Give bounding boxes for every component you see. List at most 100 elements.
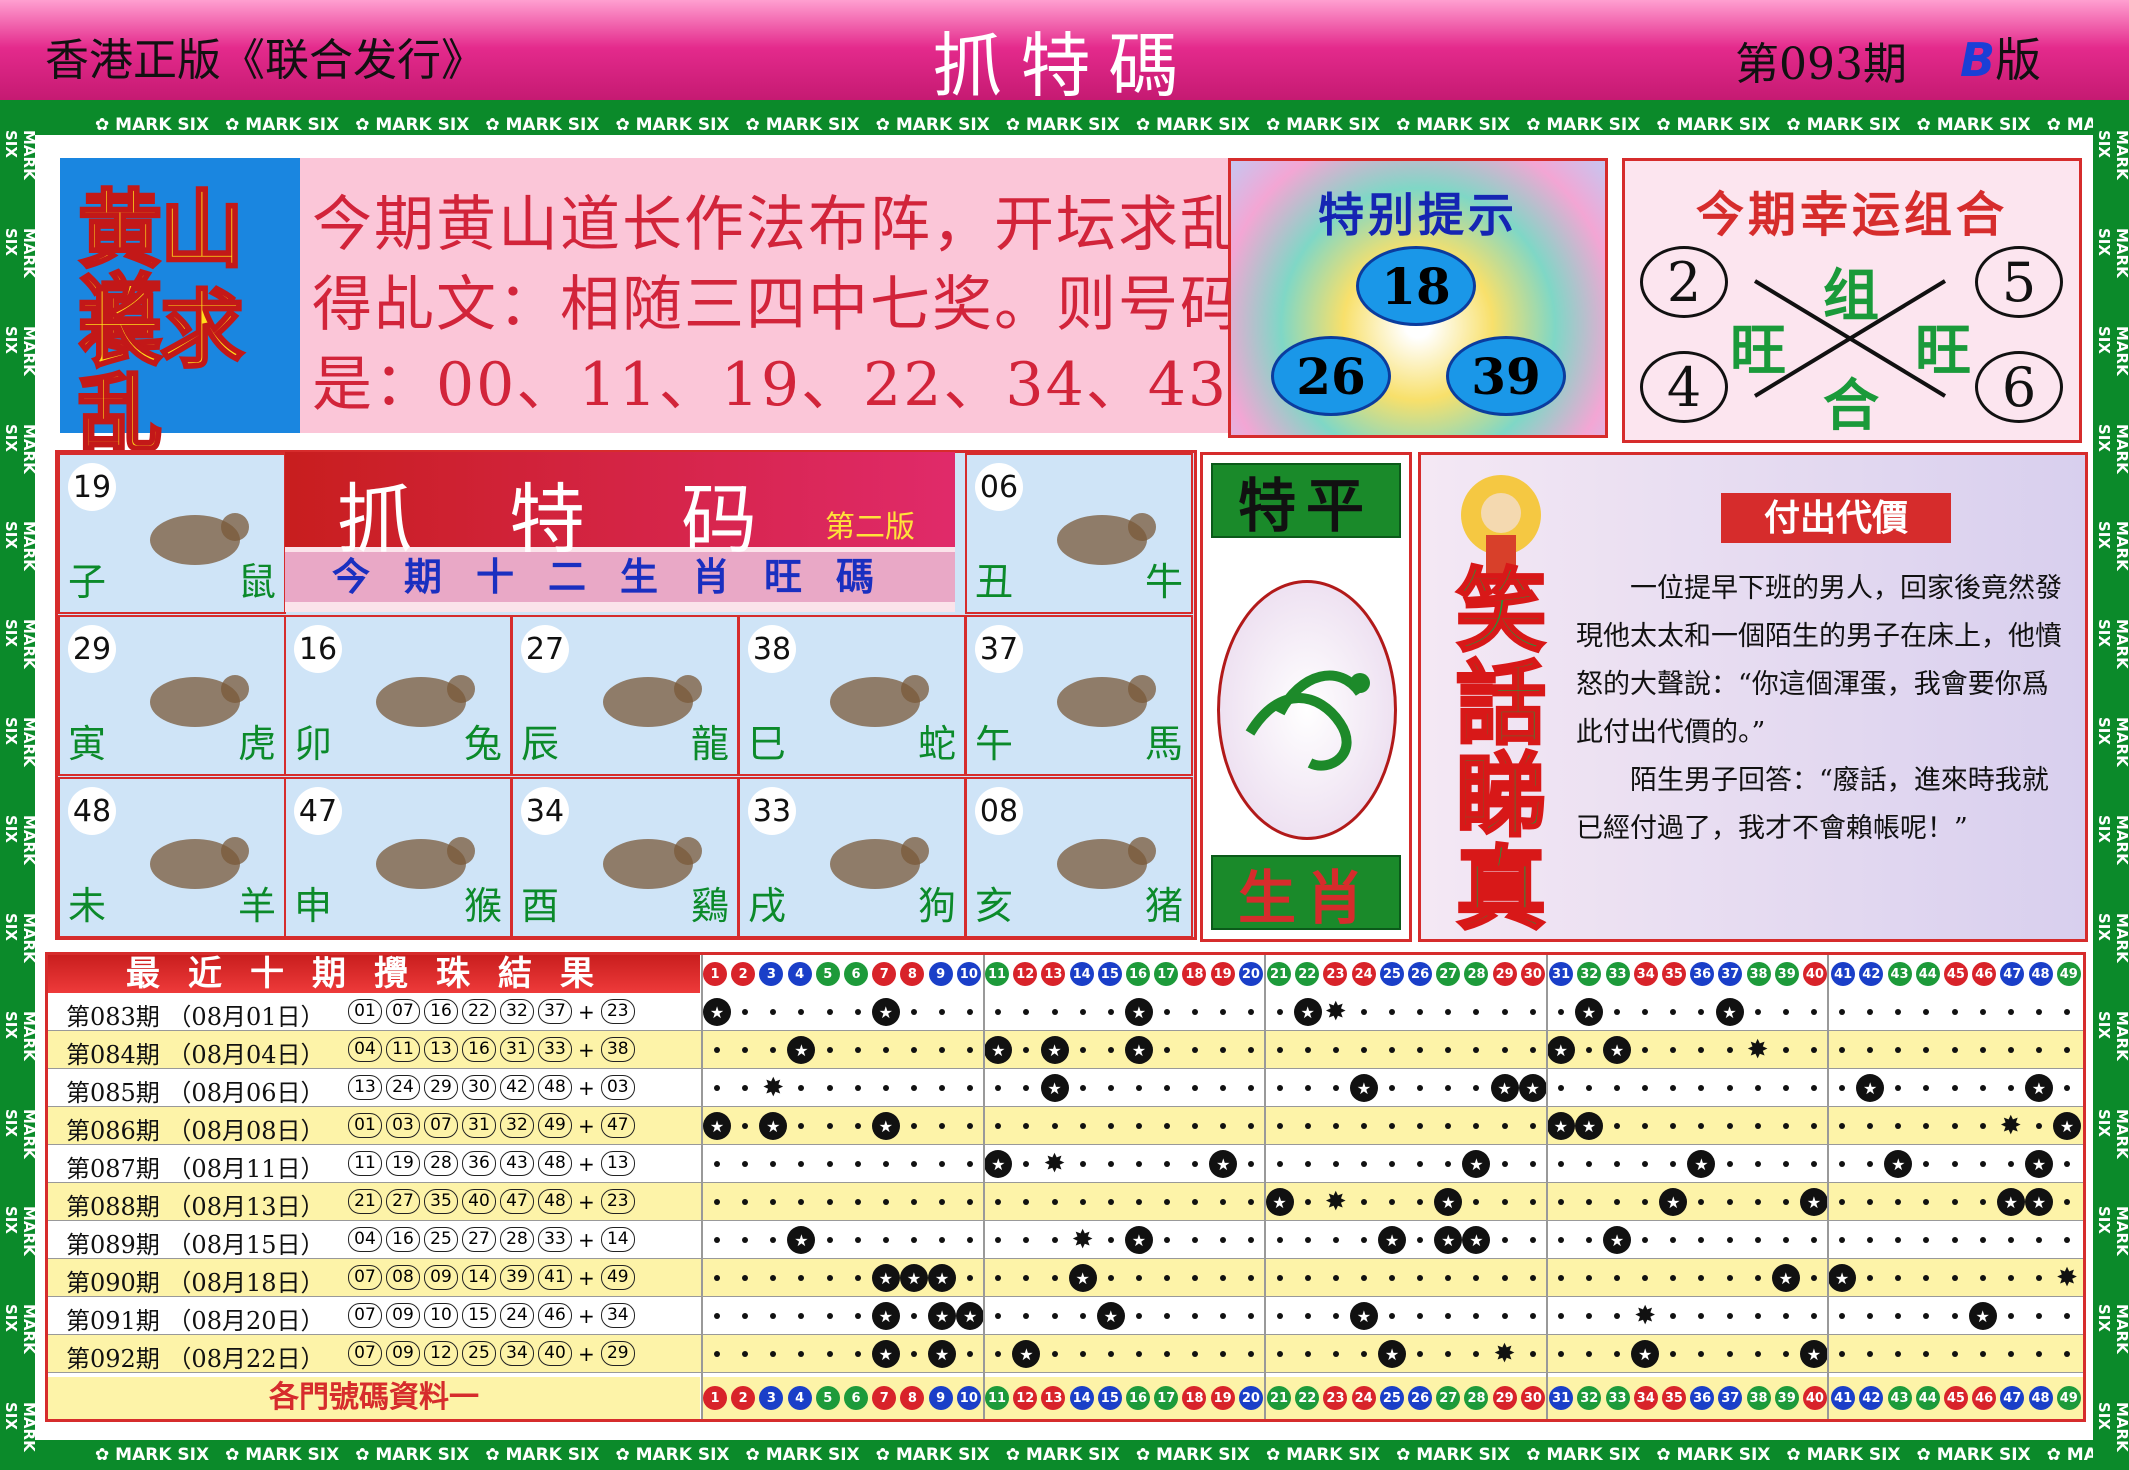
empty-dot <box>1912 1340 1940 1368</box>
empty-dot <box>928 1226 956 1254</box>
joke-panel: 笑話睇真 付出代價 一位提早下班的男人，回家後竟然發現他太太和一個陌生的男子在床… <box>1418 452 2088 942</box>
empty-dot <box>1941 1112 1969 1140</box>
mark-six-text: ✿ MARK SIX <box>2046 1445 2093 1465</box>
drawn-number: 19 <box>386 1151 420 1176</box>
empty-dot <box>1125 1150 1153 1178</box>
special-zodiac-panel: 特平 生肖 <box>1200 452 1412 942</box>
empty-dot <box>1884 1188 1912 1216</box>
zodiac-animal: 猪 <box>1144 884 1183 928</box>
special-number: 47 <box>600 1113 635 1138</box>
mark-six-text: ✿ MARK SIX <box>225 115 340 135</box>
empty-dot <box>1856 1150 1884 1178</box>
empty-dot <box>1462 1188 1490 1216</box>
number-ball: 41 <box>1831 962 1856 986</box>
mark-six-text: ✿ MARK SIX <box>355 1445 470 1465</box>
zodiac-number: 27 <box>521 625 569 673</box>
empty-dot <box>1800 1302 1828 1330</box>
empty-dot <box>787 998 815 1026</box>
empty-dot <box>1659 1036 1687 1064</box>
hit-grid: ★ ★ ★ ★ ★ ★ ✸ <box>701 1031 2083 1069</box>
mark-six-text: ✿ MARK SIX <box>485 1445 600 1465</box>
draw-label: 第083期 （08月01日） <box>66 1003 325 1031</box>
number-ball: 49 <box>2056 1386 2081 1410</box>
zodiac-cell: 29 寅 虎 <box>58 615 286 776</box>
empty-dot <box>1266 1226 1294 1254</box>
empty-dot <box>1687 998 1715 1026</box>
empty-dot <box>1941 1074 1969 1102</box>
empty-dot <box>2025 998 2053 1026</box>
number-ball: 20 <box>1238 962 1263 986</box>
number-ball: 26 <box>1408 962 1433 986</box>
number-ball: 41 <box>1831 1386 1856 1410</box>
empty-dot <box>731 1074 759 1102</box>
empty-dot <box>1097 998 1125 1026</box>
hit-marker: ★ <box>703 1112 731 1140</box>
number-ball: 21 <box>1267 962 1292 986</box>
empty-dot <box>1012 1188 1040 1216</box>
special-number: 29 <box>600 1341 635 1366</box>
empty-dot <box>1941 1264 1969 1292</box>
drawn-number: 36 <box>462 1151 496 1176</box>
empty-dot <box>1547 1340 1575 1368</box>
empty-dot <box>759 1188 787 1216</box>
hit-marker: ★ <box>1434 1188 1463 1216</box>
empty-dot <box>1997 998 2025 1026</box>
empty-dot <box>1069 1112 1097 1140</box>
mark-six-text: ✿ MARK SIX <box>2046 115 2093 135</box>
number-ball: 40 <box>1802 1386 1827 1410</box>
empty-dot <box>1856 1112 1884 1140</box>
promo-line-2: 得乩文：相随三四中七奖。则号码 <box>312 270 1242 340</box>
zodiac-cell: 19 子 鼠 <box>58 453 286 614</box>
hit-marker: ★ <box>1799 1340 1828 1368</box>
drawn-number: 35 <box>424 1189 458 1214</box>
zodiac-label: 生肖 <box>1211 855 1401 932</box>
results-title: 最近十期攪珠結果 <box>48 955 700 993</box>
draw-label: 第092期 （08月22日） <box>66 1345 325 1373</box>
empty-dot <box>1125 1188 1153 1216</box>
empty-dot <box>1209 1264 1237 1292</box>
empty-dot <box>1800 1226 1828 1254</box>
number-ball: 33 <box>1605 962 1630 986</box>
empty-dot <box>703 1340 731 1368</box>
empty-dot <box>1097 1226 1125 1254</box>
empty-dot <box>928 1074 956 1102</box>
hit-marker: ★ <box>1012 1340 1041 1368</box>
number-ball: 15 <box>1097 962 1122 986</box>
empty-dot <box>1969 1188 1997 1216</box>
zodiac-branch: 亥 <box>975 884 1014 928</box>
number-ball: 48 <box>2028 962 2053 986</box>
number-ball: 24 <box>1351 1386 1376 1410</box>
empty-dot <box>1772 1188 1800 1216</box>
bottom-border-strip: ✿ MARK SIX ✿ MARK SIX ✿ MARK SIX ✿ MARK SIX… <box>35 1440 2093 1470</box>
empty-dot <box>1603 1264 1631 1292</box>
empty-dot <box>1687 1340 1715 1368</box>
number-ball: 31 <box>1549 962 1574 986</box>
empty-dot <box>1575 1150 1603 1178</box>
left-border-strip: MARK SIX MARK SIX MARK SIX MARK SIX MARK SIX… <box>5 110 35 1460</box>
drawn-number: 37 <box>538 999 572 1024</box>
draw-label: 第089期 （08月15日） <box>66 1231 325 1259</box>
zodiac-animal: 鼠 <box>237 560 276 604</box>
empty-dot <box>1322 1036 1350 1064</box>
empty-dot <box>1153 998 1181 1026</box>
empty-dot <box>1097 1340 1125 1368</box>
number-ball: 33 <box>1605 1386 1630 1410</box>
lucky-number: 4 <box>1640 351 1728 423</box>
draw-numbers: 13 24 29 30 42 48 +03 <box>348 1075 635 1100</box>
zodiac-number: 47 <box>294 787 342 835</box>
special-hit-marker: ✸ <box>1324 997 1347 1027</box>
number-ball: 36 <box>1690 1386 1715 1410</box>
number-ball: 46 <box>1972 1386 1997 1410</box>
plus-sign: + <box>578 1303 595 1328</box>
mark-six-text: ✿ MARK SIX <box>1265 1445 1381 1465</box>
empty-dot <box>1659 1264 1687 1292</box>
empty-dot <box>1575 1340 1603 1368</box>
empty-dot <box>1125 1112 1153 1140</box>
empty-dot <box>1237 998 1265 1026</box>
special-number: 23 <box>600 1189 635 1214</box>
empty-dot <box>1041 1340 1069 1368</box>
draw-label: 第088期 （08月13日） <box>66 1193 325 1221</box>
empty-dot <box>1772 1112 1800 1140</box>
empty-dot <box>956 1074 984 1102</box>
number-ball: 15 <box>1097 1386 1122 1410</box>
